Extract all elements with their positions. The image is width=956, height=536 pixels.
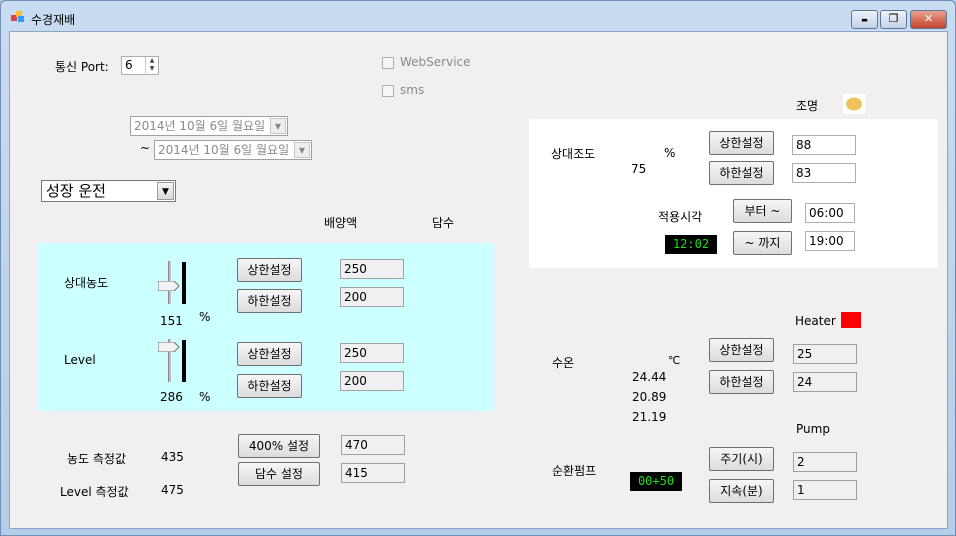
- pump-duration-button[interactable]: 지속(분): [709, 479, 774, 503]
- pump-duration-field[interactable]: 1: [793, 480, 857, 500]
- nutrient-panel: 상대농도 151 % 상한설정 하한설정 250 200 Level 286 %…: [38, 243, 494, 411]
- concentration-value: 151: [160, 314, 183, 328]
- water-temp-label: 수온: [552, 356, 575, 370]
- level-upper-field[interactable]: 250: [340, 343, 404, 363]
- start-date-picker[interactable]: 2014년 10월 6일 월요일 ▼: [130, 116, 288, 136]
- water-lower-field[interactable]: 24: [793, 372, 857, 392]
- webservice-label: WebService: [400, 55, 471, 69]
- pump-cycle-button[interactable]: 주기(시): [709, 447, 774, 471]
- maximize-icon: ❐: [888, 12, 899, 25]
- level-lower-button[interactable]: 하한설정: [237, 374, 302, 398]
- concentration-lower-button[interactable]: 하한설정: [237, 289, 302, 313]
- lighting-lower-button[interactable]: 하한설정: [709, 161, 774, 185]
- sms-label: sms: [400, 83, 425, 97]
- heater-status-indicator: [841, 312, 861, 328]
- value-freshwater-field[interactable]: 415: [341, 463, 405, 483]
- conc-measure-value: 435: [161, 450, 184, 464]
- port-label: 통신 Port:: [55, 60, 109, 74]
- concentration-slider-thumb[interactable]: [158, 281, 180, 291]
- port-stepper[interactable]: 6 ▲ ▼: [121, 56, 159, 75]
- from-time-field[interactable]: 06:00: [805, 203, 855, 223]
- set-400-button[interactable]: 400% 설정: [238, 434, 320, 458]
- lighting-label: 상대조도: [551, 147, 596, 161]
- main-form: 통신 Port: 6 ▲ ▼ WebService sms 2014년 10월 6…: [9, 31, 948, 529]
- chevron-down-icon[interactable]: ▼: [294, 142, 310, 158]
- water-temp-unit: ℃: [668, 354, 681, 367]
- lighting-upper-field[interactable]: 88: [792, 135, 856, 155]
- apply-time-label: 적용시각: [658, 210, 703, 224]
- water-upper-button[interactable]: 상한설정: [709, 338, 774, 362]
- current-clock: 12:02: [665, 235, 717, 254]
- start-date-value: 2014년 10월 6일 월요일: [134, 119, 266, 133]
- concentration-upper-field[interactable]: 250: [340, 259, 404, 279]
- pump-timer: 00+50: [630, 472, 682, 491]
- value-400-field[interactable]: 470: [341, 435, 405, 455]
- concentration-upper-button[interactable]: 상한설정: [237, 258, 302, 282]
- level-unit: %: [199, 390, 211, 404]
- conc-measure-label: 농도 측정값: [67, 452, 127, 466]
- port-value: 6: [125, 58, 133, 72]
- from-time-button[interactable]: 부터 ~: [733, 199, 792, 223]
- concentration-unit: %: [199, 310, 211, 324]
- water-upper-field[interactable]: 25: [793, 344, 857, 364]
- level-measure-value: 475: [161, 483, 184, 497]
- level-indicator-bar: [182, 340, 186, 382]
- app-window: 수경재배 ▬ ❐ ✕ 통신 Port: 6 ▲ ▼ WebService sms …: [0, 0, 956, 536]
- water-temp-3: 21.19: [632, 410, 667, 424]
- lighting-lower-field[interactable]: 83: [792, 163, 856, 183]
- level-value: 286: [160, 390, 183, 404]
- end-date-picker[interactable]: 2014년 10월 6일 월요일 ▼: [154, 140, 312, 160]
- level-upper-button[interactable]: 상한설정: [237, 342, 302, 366]
- heater-label: Heater: [795, 314, 836, 328]
- lighting-value: 75: [631, 162, 647, 176]
- chevron-down-icon[interactable]: ▼: [270, 118, 286, 134]
- set-freshwater-button[interactable]: 담수 설정: [238, 462, 320, 486]
- water-temp-2: 20.89: [632, 390, 667, 404]
- spin-arrows-icon[interactable]: ▲ ▼: [145, 57, 158, 74]
- title-bar: 수경재배 ▬ ❐ ✕: [1, 1, 955, 31]
- minimize-button[interactable]: ▬: [851, 10, 878, 29]
- lighting-panel: 상대조도 % 75 상한설정 하한설정 88 83 적용시각 12:02 부터 …: [529, 119, 938, 268]
- freshwater-column-header: 담수: [432, 216, 455, 230]
- chevron-down-icon[interactable]: ▼: [157, 182, 174, 200]
- lamp-icon: [843, 94, 865, 114]
- sms-checkbox[interactable]: [382, 85, 394, 97]
- window-title: 수경재배: [31, 13, 76, 27]
- level-slider-thumb[interactable]: [158, 342, 180, 352]
- level-label: Level: [64, 353, 96, 367]
- pump-cycle-field[interactable]: 2: [793, 452, 857, 472]
- close-button[interactable]: ✕: [910, 10, 947, 29]
- maximize-button[interactable]: ❐: [880, 10, 907, 29]
- level-lower-field[interactable]: 200: [340, 371, 404, 391]
- mode-selected: 성장 운전: [46, 182, 106, 200]
- pump-title: Pump: [796, 422, 830, 436]
- concentration-label: 상대농도: [64, 276, 109, 290]
- end-date-value: 2014년 10월 6일 월요일: [158, 143, 290, 157]
- lighting-upper-button[interactable]: 상한설정: [709, 131, 774, 155]
- mode-select[interactable]: 성장 운전 ▼: [41, 180, 176, 202]
- nutrient-column-header: 배양액: [324, 216, 358, 230]
- pump-label: 순환펌프: [552, 464, 597, 478]
- to-time-button[interactable]: ~ 까지: [733, 231, 792, 255]
- concentration-lower-field[interactable]: 200: [340, 287, 404, 307]
- minimize-icon: ▬: [861, 16, 868, 24]
- date-separator: ~: [140, 141, 151, 155]
- water-temp-1: 24.44: [632, 370, 667, 384]
- lighting-unit: %: [664, 146, 676, 160]
- water-lower-button[interactable]: 하한설정: [709, 370, 774, 394]
- webservice-checkbox[interactable]: [382, 57, 394, 69]
- lighting-title: 조명: [796, 99, 819, 113]
- level-measure-label: Level 측정값: [60, 485, 129, 499]
- app-icon: [11, 11, 24, 22]
- concentration-level-bar: [182, 262, 186, 304]
- to-time-field[interactable]: 19:00: [805, 231, 855, 251]
- close-icon: ✕: [923, 12, 934, 25]
